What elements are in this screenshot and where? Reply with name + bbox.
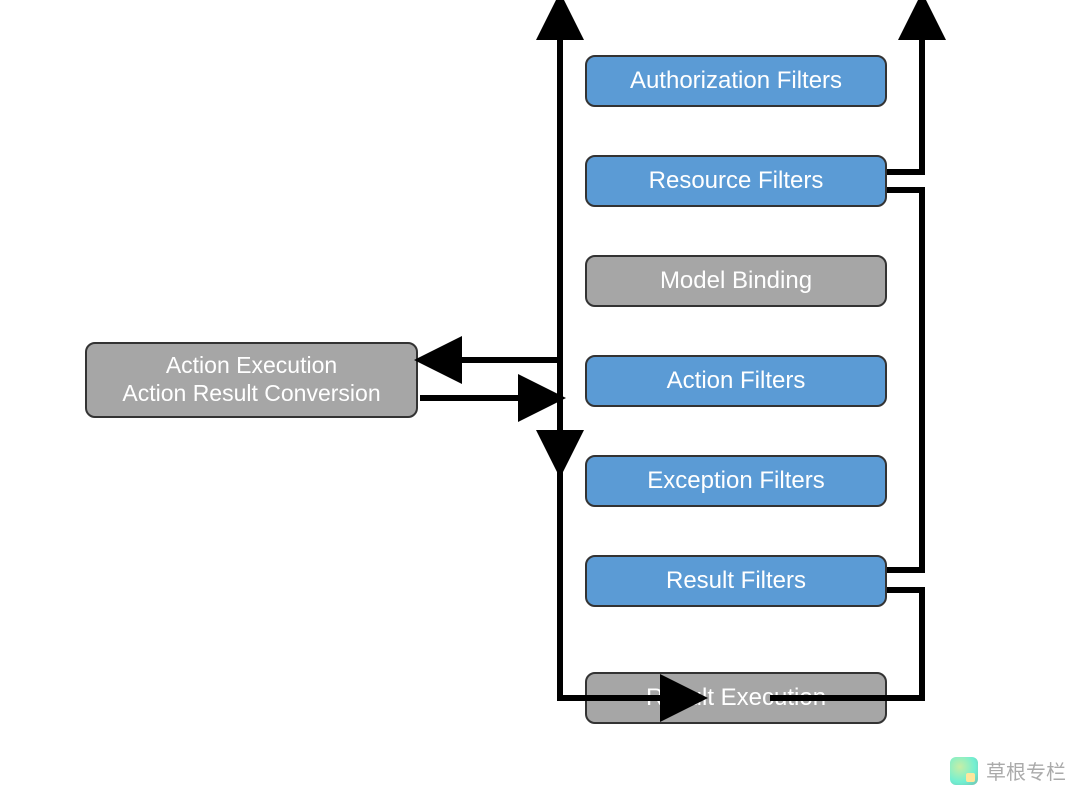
stage-result-filters: Result Filters bbox=[585, 555, 887, 607]
stage-authorization-filters: Authorization Filters bbox=[585, 55, 887, 107]
stage-label: Resource Filters bbox=[649, 167, 824, 195]
wechat-like-icon bbox=[950, 757, 978, 785]
stage-result-execution: Result Execution bbox=[585, 672, 887, 724]
stage-model-binding: Model Binding bbox=[585, 255, 887, 307]
stage-label: Result Execution bbox=[646, 684, 826, 712]
side-box-action-execution: Action Execution Action Result Conversio… bbox=[85, 342, 418, 418]
side-box-line1: Action Execution bbox=[166, 352, 337, 380]
watermark-text: 草根专栏 bbox=[986, 756, 1066, 785]
stage-label: Authorization Filters bbox=[630, 67, 842, 95]
watermark: 草根专栏 bbox=[950, 756, 1066, 785]
stage-action-filters: Action Filters bbox=[585, 355, 887, 407]
stage-label: Exception Filters bbox=[647, 467, 824, 495]
side-box-line2: Action Result Conversion bbox=[122, 380, 380, 408]
stage-resource-filters: Resource Filters bbox=[585, 155, 887, 207]
stage-exception-filters: Exception Filters bbox=[585, 455, 887, 507]
stage-label: Model Binding bbox=[660, 267, 812, 295]
stage-label: Action Filters bbox=[667, 367, 806, 395]
stage-label: Result Filters bbox=[666, 567, 806, 595]
